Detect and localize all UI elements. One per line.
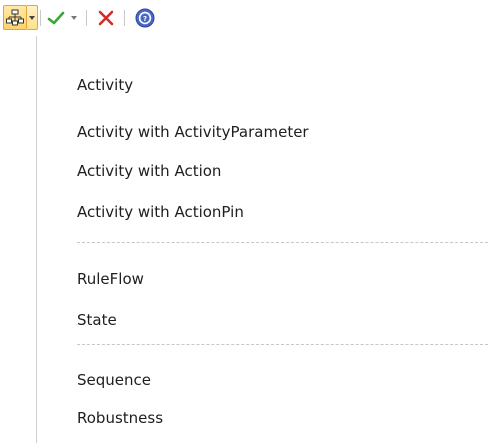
- menu-item-robustness[interactable]: Robustness: [37, 400, 488, 436]
- chevron-down-icon: [29, 15, 35, 20]
- hierarchy-button[interactable]: [3, 5, 27, 30]
- dropdown-menu: Activity Activity with ActivityParameter…: [36, 36, 488, 443]
- menu-item-label: Sequence: [77, 371, 151, 389]
- toolbar: ?: [0, 0, 488, 36]
- menu-item-label: Activity with ActionPin: [77, 203, 244, 221]
- menu-item-label: State: [77, 311, 117, 329]
- svg-text:?: ?: [143, 15, 147, 23]
- menu-item-label: Robustness: [77, 409, 164, 427]
- menu-item-label: Activity with ActivityParameter: [77, 123, 309, 141]
- menu-item-ruleflow[interactable]: RuleFlow: [37, 261, 488, 297]
- menu-item-label: Activity with Action: [77, 162, 222, 180]
- menu-item-state[interactable]: State: [37, 302, 488, 338]
- menu-item-label: RuleFlow: [77, 270, 144, 288]
- toolbar-separator: [40, 10, 41, 26]
- close-icon: [98, 10, 114, 25]
- help-button[interactable]: ?: [133, 5, 157, 30]
- chevron-down-icon: [70, 15, 77, 20]
- hierarchy-icon: [6, 9, 24, 25]
- toolbar-separator: [86, 10, 87, 26]
- hierarchy-dropdown-button[interactable]: [27, 5, 38, 30]
- menu-item-activity[interactable]: Activity: [37, 67, 488, 103]
- menu-separator: [77, 242, 488, 243]
- menu-item-activity-with-action[interactable]: Activity with Action: [37, 153, 488, 189]
- apply-button[interactable]: [44, 5, 68, 30]
- help-icon: ?: [135, 8, 155, 27]
- menu-item-sequence[interactable]: Sequence: [37, 362, 488, 398]
- menu-item-activity-with-actionpin[interactable]: Activity with ActionPin: [37, 194, 488, 230]
- apply-dropdown-button[interactable]: [68, 5, 79, 30]
- cancel-button[interactable]: [94, 5, 118, 30]
- checkmark-icon: [47, 11, 65, 24]
- toolbar-separator: [124, 10, 125, 26]
- menu-item-label: Activity: [77, 76, 134, 94]
- menu-separator: [77, 344, 488, 345]
- menu-item-activity-with-activityparameter[interactable]: Activity with ActivityParameter: [37, 114, 488, 150]
